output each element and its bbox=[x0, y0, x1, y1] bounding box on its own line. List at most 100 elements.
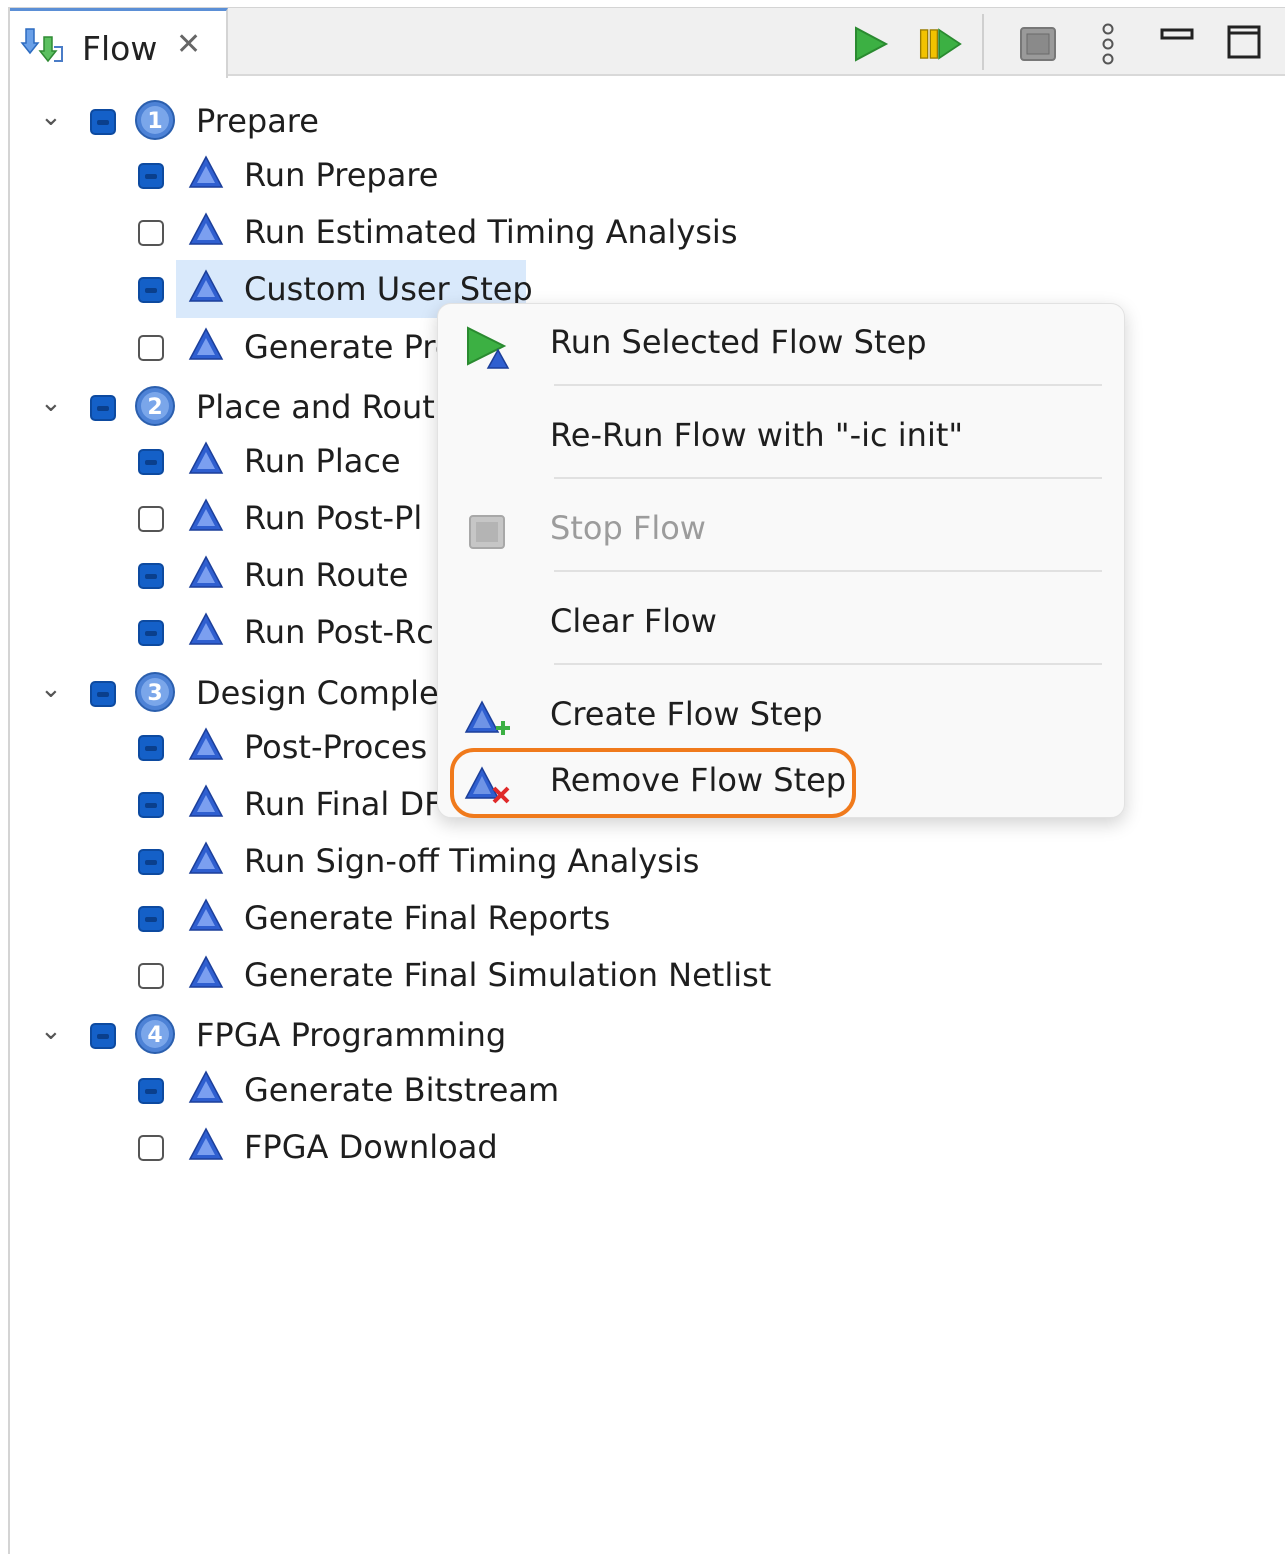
group-checkbox[interactable] bbox=[90, 109, 116, 135]
context-menu: Run Selected Flow Step Re-Run Flow with … bbox=[437, 303, 1125, 818]
flow-step-icon bbox=[188, 269, 224, 305]
step-label: Run Estimated Timing Analysis bbox=[244, 213, 738, 252]
step-checkbox[interactable] bbox=[138, 620, 164, 647]
step-label: FPGA Download bbox=[244, 1127, 498, 1166]
menu-separator bbox=[554, 570, 1102, 572]
menu-item-label: Create Flow Step bbox=[550, 695, 823, 733]
step-number-icon: 4 bbox=[134, 1013, 176, 1055]
flow-step-icon bbox=[188, 1127, 224, 1163]
step-checkbox[interactable] bbox=[138, 163, 164, 190]
step-checkbox[interactable] bbox=[138, 277, 164, 304]
flow-step-icon bbox=[188, 898, 224, 934]
flow-icon bbox=[20, 28, 63, 63]
toolbar-separator bbox=[982, 14, 984, 70]
step-checkbox[interactable] bbox=[138, 848, 164, 875]
menu-item-label: Re-Run Flow with "-ic init" bbox=[550, 416, 964, 454]
step-label: Run Route bbox=[244, 556, 409, 595]
step-checkbox[interactable] bbox=[138, 906, 164, 933]
tree-step-row[interactable]: FPGA Download bbox=[10, 1127, 1280, 1179]
flow-step-icon bbox=[188, 441, 224, 477]
step-checkbox[interactable] bbox=[138, 791, 164, 818]
view-menu-icon[interactable] bbox=[1086, 22, 1130, 66]
group-number: 2 bbox=[147, 395, 162, 420]
tab-bar: Flow ✕ bbox=[10, 8, 1285, 78]
flow-step-icon bbox=[188, 784, 224, 820]
close-icon[interactable]: ✕ bbox=[176, 30, 201, 60]
step-label: Post-Proces bbox=[244, 727, 428, 766]
run-step-icon bbox=[467, 326, 510, 369]
chevron-down-icon[interactable]: ⌄ bbox=[40, 390, 62, 416]
step-checkbox[interactable] bbox=[138, 563, 164, 590]
step-checkbox[interactable] bbox=[138, 220, 164, 247]
step-label: Generate Final Simulation Netlist bbox=[244, 956, 772, 995]
tree-step-row[interactable]: Generate Final Reports bbox=[10, 898, 1280, 950]
step-label: Run Place bbox=[244, 441, 401, 480]
flow-step-icon bbox=[188, 327, 224, 363]
run-icon[interactable] bbox=[848, 22, 892, 66]
step-label: Generate Final Reports bbox=[244, 899, 611, 938]
chevron-down-icon[interactable]: ⌄ bbox=[40, 104, 62, 130]
group-checkbox[interactable] bbox=[90, 394, 116, 421]
group-label: FPGA Programming bbox=[196, 1016, 507, 1055]
step-label: Generate Pre bbox=[244, 327, 455, 366]
step-number-icon: 2 bbox=[134, 385, 176, 427]
maximize-icon[interactable] bbox=[1222, 22, 1266, 66]
tree-step-row[interactable]: Run Sign-off Timing Analysis bbox=[10, 841, 1280, 893]
group-number: 1 bbox=[147, 109, 162, 134]
flow-step-icon bbox=[188, 555, 224, 591]
tree-step-row[interactable]: Generate Final Simulation Netlist bbox=[10, 955, 1280, 1007]
step-checkbox[interactable] bbox=[138, 506, 164, 533]
step-label: Run Post-Pl bbox=[244, 499, 423, 538]
step-label: Generate Bitstream bbox=[244, 1070, 560, 1109]
group-label: Prepare bbox=[196, 102, 319, 140]
tree-group-row[interactable]: ⌄ 1 Prepare bbox=[10, 98, 1280, 150]
group-label: Design Comple bbox=[196, 673, 439, 712]
tree-step-row[interactable]: Generate Bitstream bbox=[10, 1069, 1280, 1122]
chevron-down-icon[interactable]: ⌄ bbox=[40, 676, 62, 702]
step-checkbox[interactable] bbox=[138, 334, 164, 361]
group-number: 4 bbox=[147, 1023, 162, 1048]
flow-step-icon bbox=[188, 955, 224, 991]
step-label: Run Sign-off Timing Analysis bbox=[244, 841, 700, 880]
menu-item-run-selected-flow-step[interactable]: Run Selected Flow Step bbox=[438, 314, 1124, 374]
step-checkbox[interactable] bbox=[138, 963, 164, 990]
step-label: Run Post-Rc bbox=[244, 613, 434, 652]
menu-item-clear-flow[interactable]: Clear Flow bbox=[438, 593, 1124, 653]
highlight-ring bbox=[450, 748, 856, 818]
stop-icon[interactable] bbox=[1016, 22, 1060, 66]
flow-step-icon bbox=[188, 612, 224, 648]
step-label: Run Final DF bbox=[244, 784, 443, 823]
step-number-icon: 3 bbox=[134, 671, 176, 713]
step-label: Run Prepare bbox=[244, 156, 439, 195]
group-number: 3 bbox=[147, 681, 162, 706]
tab-flow[interactable]: Flow ✕ bbox=[10, 8, 228, 78]
step-checkbox[interactable] bbox=[138, 1134, 164, 1161]
menu-item-stop-flow: Stop Flow bbox=[438, 500, 1124, 560]
flow-step-icon bbox=[188, 1069, 224, 1106]
flow-step-icon bbox=[188, 155, 224, 191]
menu-item-label: Stop Flow bbox=[550, 509, 706, 547]
step-checkbox[interactable] bbox=[138, 448, 164, 475]
create-step-icon bbox=[464, 700, 510, 735]
menu-item-label: Run Selected Flow Step bbox=[550, 323, 927, 361]
menu-item-rerun-flow[interactable]: Re-Run Flow with "-ic init" bbox=[438, 407, 1124, 467]
flow-step-icon bbox=[188, 212, 224, 248]
tree-step-row[interactable]: Run Prepare bbox=[10, 155, 1280, 207]
menu-item-create-flow-step[interactable]: Create Flow Step bbox=[438, 686, 1124, 746]
tab-title: Flow bbox=[82, 29, 158, 68]
flow-step-icon bbox=[188, 498, 224, 534]
run-from-icon[interactable] bbox=[918, 22, 962, 66]
tree-group-row[interactable]: ⌄ 4 FPGA Programming bbox=[10, 1012, 1280, 1064]
step-checkbox[interactable] bbox=[138, 1077, 164, 1104]
menu-separator bbox=[554, 663, 1102, 665]
tree-step-row[interactable]: Run Estimated Timing Analysis bbox=[10, 212, 1280, 264]
group-label: Place and Rout bbox=[196, 387, 435, 426]
step-checkbox[interactable] bbox=[138, 734, 164, 761]
chevron-down-icon[interactable]: ⌄ bbox=[40, 1018, 62, 1044]
step-number-icon: 1 bbox=[134, 99, 176, 141]
minimize-icon[interactable] bbox=[1156, 22, 1200, 66]
group-checkbox[interactable] bbox=[90, 680, 116, 707]
group-checkbox[interactable] bbox=[90, 1023, 116, 1050]
menu-separator bbox=[554, 477, 1102, 479]
menu-separator bbox=[554, 384, 1102, 386]
